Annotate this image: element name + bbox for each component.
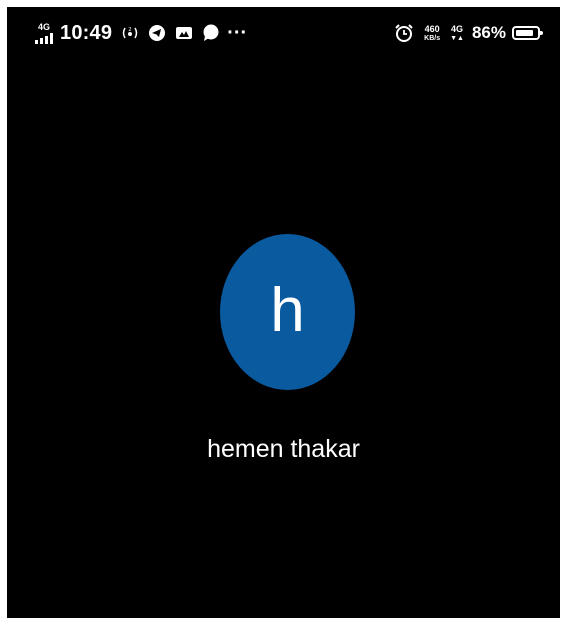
data-network-icon: 4G ▼▲ <box>450 23 464 42</box>
alarm-icon <box>394 23 414 43</box>
status-bar-right: 460 KB/s 4G ▼▲ 86% <box>385 23 543 43</box>
status-bar-left: 4G 10:49 2 ··· <box>35 22 247 45</box>
game-controller-icon <box>175 25 193 41</box>
clock: 10:49 <box>60 21 113 44</box>
battery-fill <box>516 30 534 36</box>
net-speed-value: 460 <box>424 23 440 34</box>
avatar-initial: h <box>270 276 305 345</box>
signal-icon: 4G <box>35 21 53 44</box>
data-arrows-icon: ▼▲ <box>450 34 464 42</box>
telegram-icon <box>148 24 166 42</box>
net-speed: 460 KB/s <box>424 23 441 42</box>
battery-percent: 86% <box>471 23 506 42</box>
battery-icon <box>512 26 543 40</box>
hotspot-icon: 2 <box>121 25 139 41</box>
call-screen: 4G 10:49 2 ··· 460 KB/s 4G ▼▲ 86% h heme… <box>7 7 560 618</box>
network-type-label-2: 4G <box>451 23 464 34</box>
net-speed-unit: KB/s <box>424 34 441 42</box>
network-type-label: 4G <box>37 21 50 32</box>
svg-text:2: 2 <box>129 27 132 33</box>
contact-name: hemen thakar <box>207 435 360 463</box>
more-icon: ··· <box>227 22 248 44</box>
status-bar: 4G 10:49 2 ··· 460 KB/s 4G ▼▲ 86% <box>7 15 560 51</box>
chat-bubble-icon <box>202 24 220 42</box>
avatar: h <box>220 234 355 390</box>
